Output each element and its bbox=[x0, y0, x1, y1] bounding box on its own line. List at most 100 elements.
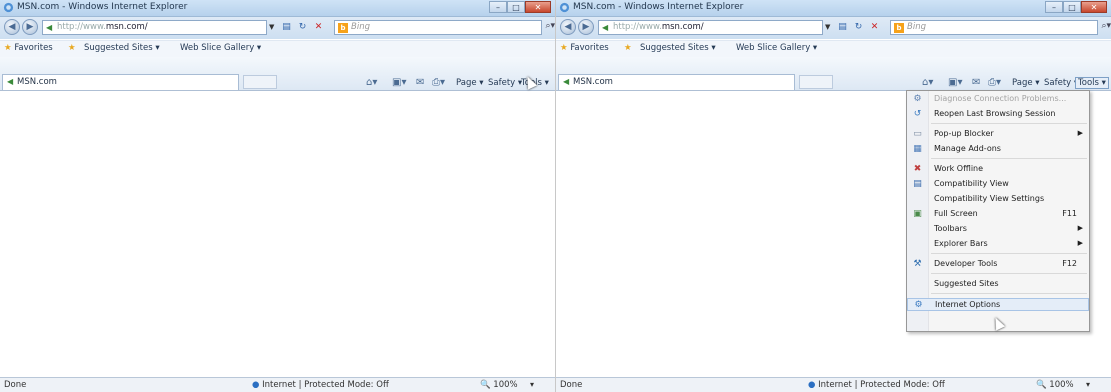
menu-item-label: Pop-up Blocker bbox=[934, 129, 994, 138]
menu-item-internet-options[interactable]: ⚙ Internet Options bbox=[907, 298, 1089, 311]
menu-item-label: Developer Tools bbox=[934, 259, 998, 268]
web-slice-gallery-link[interactable]: Web Slice Gallery ▾ bbox=[736, 43, 817, 53]
menu-separator bbox=[931, 123, 1087, 124]
new-tab-button[interactable] bbox=[799, 75, 833, 89]
mail-icon[interactable]: ✉ bbox=[416, 77, 424, 88]
search-placeholder: Bing bbox=[351, 22, 370, 32]
compatibility-icon[interactable]: ▤ bbox=[836, 21, 849, 34]
navigation-bar: ◀ ▶ ◀ http://www.msn.com/ ▼ ▤ ↻ ✕ b Bing… bbox=[0, 17, 555, 39]
mail-icon[interactable]: ✉ bbox=[972, 77, 980, 88]
menu-separator bbox=[931, 253, 1087, 254]
menu-item-explorer-bars[interactable]: Explorer Bars ▶ bbox=[907, 238, 1089, 251]
page-menu[interactable]: Page ▾ bbox=[1012, 78, 1040, 88]
security-zone[interactable]: ● Internet | Protected Mode: Off bbox=[252, 380, 389, 390]
safety-menu[interactable]: Safety ▾ bbox=[1044, 78, 1078, 88]
zoom-control[interactable]: 🔍 100% bbox=[480, 380, 518, 390]
browser-window-left: MSN.com - Windows Internet Explorer – □ … bbox=[0, 0, 555, 392]
minimize-button[interactable]: – bbox=[1045, 1, 1063, 13]
new-tab-button[interactable] bbox=[243, 75, 277, 89]
title-bar: MSN.com - Windows Internet Explorer – □ … bbox=[0, 0, 555, 17]
menu-item-diagnose-connection-problems: ⚙ Diagnose Connection Problems... bbox=[907, 93, 1089, 106]
title-bar: MSN.com - Windows Internet Explorer – □ … bbox=[556, 0, 1111, 17]
close-button[interactable]: ✕ bbox=[1081, 1, 1107, 13]
compatibility-icon[interactable]: ▤ bbox=[280, 21, 293, 34]
zoom-dropdown-icon[interactable]: ▾ bbox=[1086, 380, 1090, 389]
maximize-button[interactable]: □ bbox=[507, 1, 525, 13]
print-icon[interactable]: ⎙▾ bbox=[432, 77, 445, 88]
tools-menu[interactable]: Tools ▾ bbox=[1075, 77, 1109, 89]
stop-icon[interactable]: ✕ bbox=[312, 21, 325, 34]
add-favorite-icon[interactable]: ★ bbox=[68, 43, 76, 53]
tab-msn[interactable]: ◀ MSN.com bbox=[2, 74, 239, 90]
offline-icon: ✖ bbox=[913, 164, 922, 174]
menu-item-shortcut: F12 bbox=[1062, 259, 1077, 268]
submenu-arrow-icon: ▶ bbox=[1077, 129, 1083, 137]
menu-item-label: Toolbars bbox=[934, 224, 967, 233]
tab-msn[interactable]: ◀ MSN.com bbox=[558, 74, 795, 90]
web-slice-gallery-link[interactable]: Web Slice Gallery ▾ bbox=[180, 43, 261, 53]
globe-icon: ● bbox=[252, 380, 260, 390]
submenu-arrow-icon: ▶ bbox=[1077, 224, 1083, 232]
maximize-button[interactable]: □ bbox=[1063, 1, 1081, 13]
addons-icon: ▦ bbox=[913, 144, 922, 154]
feeds-icon[interactable]: ▣▾ bbox=[948, 77, 962, 88]
zoom-control[interactable]: 🔍 100% bbox=[1036, 380, 1074, 390]
suggested-sites-link[interactable]: Suggested Sites ▾ bbox=[84, 43, 160, 53]
menu-item-full-screen[interactable]: ▣ Full Screen F11 bbox=[907, 208, 1089, 221]
menu-item-reopen-last-browsing-session[interactable]: ↺ Reopen Last Browsing Session bbox=[907, 108, 1089, 121]
menu-item-manage-add-ons[interactable]: ▦ Manage Add-ons bbox=[907, 143, 1089, 156]
home-icon[interactable]: ⌂▾ bbox=[922, 77, 933, 88]
back-button[interactable]: ◀ bbox=[560, 19, 576, 35]
address-dropdown-icon[interactable]: ▼ bbox=[269, 23, 274, 31]
add-favorite-icon[interactable]: ★ bbox=[624, 43, 632, 53]
menu-item-label: Reopen Last Browsing Session bbox=[934, 109, 1056, 118]
menu-item-label: Suggested Sites bbox=[934, 279, 999, 288]
menu-item-label: Explorer Bars bbox=[934, 239, 988, 248]
address-bar[interactable]: ◀ http://www.msn.com/ bbox=[598, 20, 823, 35]
security-zone[interactable]: ● Internet | Protected Mode: Off bbox=[808, 380, 945, 390]
search-box[interactable]: b Bing ⌕▾ bbox=[890, 20, 1111, 35]
command-bar: ◀ MSN.com ⌂▾ ▣▾ ✉ ⎙▾ Page ▾ Safety ▾ Too… bbox=[556, 57, 1111, 91]
star-icon: ★ bbox=[4, 43, 12, 53]
menu-item-compatibility-view[interactable]: ▤ Compatibility View bbox=[907, 178, 1089, 191]
forward-button[interactable]: ▶ bbox=[22, 19, 38, 35]
favorites-button[interactable]: ★ Favorites bbox=[560, 43, 609, 53]
zoom-dropdown-icon[interactable]: ▾ bbox=[530, 380, 534, 389]
back-button[interactable]: ◀ bbox=[4, 19, 20, 35]
feeds-icon[interactable]: ▣▾ bbox=[392, 77, 406, 88]
address-dropdown-icon[interactable]: ▼ bbox=[825, 23, 830, 31]
favorites-button[interactable]: ★ Favorites bbox=[4, 43, 53, 53]
menu-item-compatibility-view-settings[interactable]: Compatibility View Settings bbox=[907, 193, 1089, 206]
stop-icon[interactable]: ✕ bbox=[868, 21, 881, 34]
status-text: Done bbox=[4, 380, 27, 390]
search-icon[interactable]: ⌕▾ bbox=[545, 21, 555, 31]
suggested-sites-link[interactable]: Suggested Sites ▾ bbox=[640, 43, 716, 53]
refresh-icon[interactable]: ↻ bbox=[852, 21, 865, 34]
command-bar: ◀ MSN.com ⌂▾ ▣▾ ✉ ⎙▾ Page ▾ Safety ▾ Too… bbox=[0, 57, 555, 91]
menu-separator bbox=[931, 293, 1087, 294]
print-icon[interactable]: ⎙▾ bbox=[988, 77, 1001, 88]
status-bar: Done ● Internet | Protected Mode: Off 🔍 … bbox=[0, 377, 555, 392]
address-bar[interactable]: ◀ http://www.msn.com/ bbox=[42, 20, 267, 35]
menu-item-pop-up-blocker[interactable]: ▭ Pop-up Blocker ▶ bbox=[907, 128, 1089, 141]
address-url: http://www.msn.com/ bbox=[57, 22, 148, 32]
refresh-icon[interactable]: ↻ bbox=[296, 21, 309, 34]
close-button[interactable]: ✕ bbox=[525, 1, 551, 13]
popup-icon: ▭ bbox=[913, 129, 922, 139]
favorites-bar: ★ Favorites ★ Suggested Sites ▾ Web Slic… bbox=[556, 40, 1111, 57]
minimize-button[interactable]: – bbox=[489, 1, 507, 13]
menu-item-developer-tools[interactable]: ⚒ Developer Tools F12 bbox=[907, 258, 1089, 271]
page-content[interactable] bbox=[0, 91, 555, 376]
search-icon[interactable]: ⌕▾ bbox=[1101, 21, 1111, 31]
safety-menu[interactable]: Safety ▾ bbox=[488, 78, 522, 88]
devtools-icon: ⚒ bbox=[913, 259, 922, 269]
menu-item-toolbars[interactable]: Toolbars ▶ bbox=[907, 223, 1089, 236]
menu-item-suggested-sites[interactable]: Suggested Sites bbox=[907, 278, 1089, 291]
home-icon[interactable]: ⌂▾ bbox=[366, 77, 377, 88]
menu-item-work-offline[interactable]: ✖ Work Offline bbox=[907, 163, 1089, 176]
search-box[interactable]: b Bing ⌕▾ bbox=[334, 20, 555, 35]
navigation-bar: ◀ ▶ ◀ http://www.msn.com/ ▼ ▤ ↻ ✕ b Bing… bbox=[556, 17, 1111, 39]
page-menu[interactable]: Page ▾ bbox=[456, 78, 484, 88]
msn-icon: ◀ bbox=[563, 77, 570, 86]
forward-button[interactable]: ▶ bbox=[578, 19, 594, 35]
